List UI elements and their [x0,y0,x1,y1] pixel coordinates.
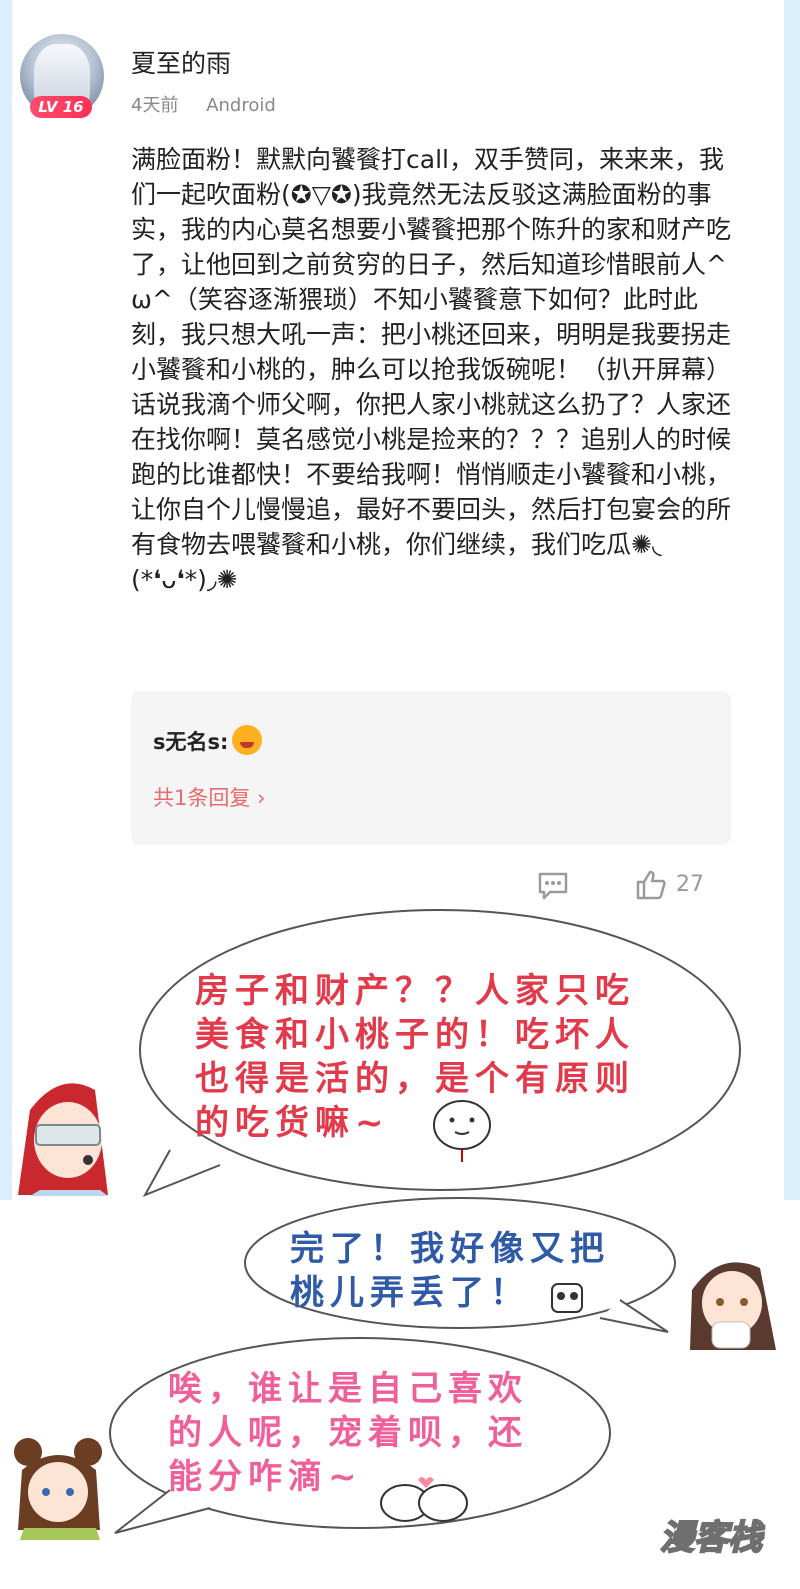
bubble3-line-1: 唉，谁让是自己喜欢 [168,1369,528,1409]
bubble1-line-2: 美食和小桃子的！吃坏人 [195,1015,635,1055]
panda-sticker-icon [551,1283,583,1313]
bubble1-line-1: 房子和财产？？人家只吃 [195,971,635,1011]
bubble3-line-2: 的人呢，宠着呗，还 [168,1413,528,1453]
bubble3-line-3: 能分咋滴~ [168,1457,363,1497]
bubble1-line-4: 的吃货嘛~ [195,1103,390,1143]
bubble2-line-1: 完了！我好像又把 [290,1229,610,1269]
bubble1-line-3: 也得是活的，是个有原则 [195,1059,635,1099]
bubble2-line-2: 桃儿弄丢了！ [290,1273,530,1313]
comic-strip: 房子和财产？？人家只吃 美食和小桃子的！吃坏人 也得是活的，是个有原则 的吃货嘛… [12,900,784,1589]
watermark-logo: 漫客栈 [659,1517,763,1559]
speech-bubble-2: 完了！我好像又把 桃儿弄丢了！ [244,1197,676,1333]
